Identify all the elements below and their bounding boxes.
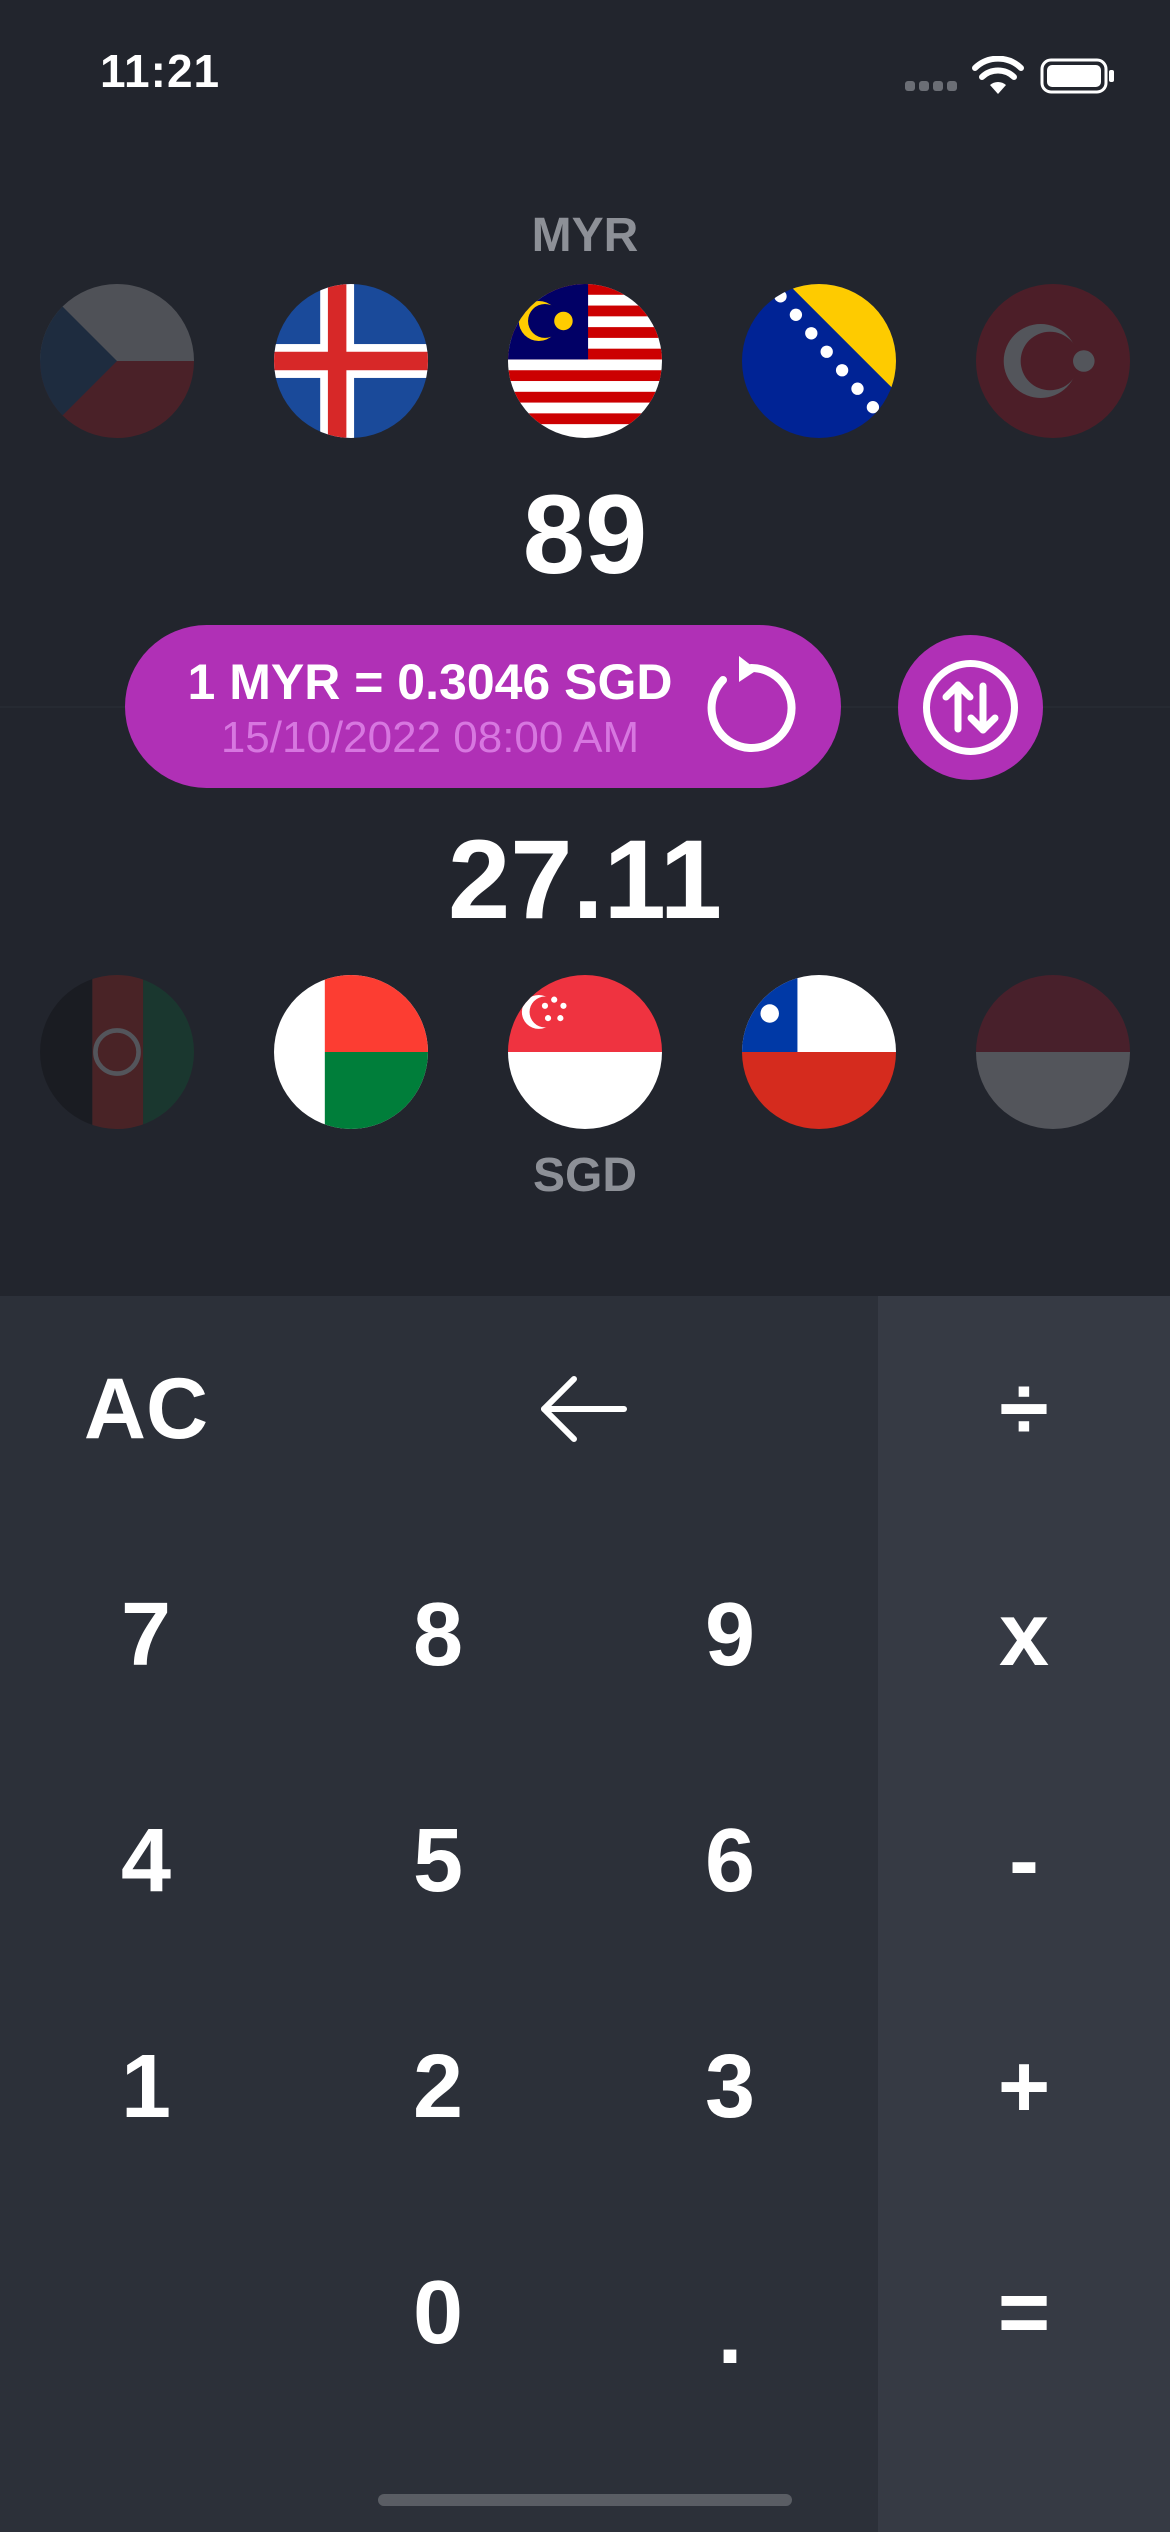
- from-currency-picker[interactable]: [0, 284, 1170, 444]
- multiply-button[interactable]: x: [878, 1522, 1170, 1748]
- digit-5-button[interactable]: 5: [292, 1748, 584, 1974]
- unknown-flag-icon[interactable]: [976, 975, 1130, 1129]
- clear-all-button[interactable]: AC: [0, 1296, 292, 1522]
- iceland-flag-icon[interactable]: [274, 284, 428, 438]
- rate-updated-time: 15/10/2022 08:00 AM: [220, 713, 640, 762]
- digit-6-button[interactable]: 6: [584, 1748, 876, 1974]
- afghanistan-flag-icon[interactable]: [40, 975, 194, 1129]
- digit-1-button[interactable]: 1: [0, 1974, 292, 2200]
- from-amount[interactable]: 89: [0, 470, 1170, 599]
- decimal-button[interactable]: .: [584, 2200, 876, 2426]
- exchange-rate-text: 1 MYR = 0.3046 SGD: [187, 654, 673, 710]
- to-currency-code: SGD: [532, 1149, 637, 1202]
- from-currency-code: MYR: [531, 209, 639, 262]
- cellular-signal-icon: [905, 78, 961, 96]
- digit-3-button[interactable]: 3: [584, 1974, 876, 2200]
- subtract-button[interactable]: -: [878, 1748, 1170, 1974]
- digit-7-button[interactable]: 7: [0, 1522, 292, 1748]
- wifi-icon: [972, 55, 1024, 101]
- home-indicator[interactable]: [378, 2494, 792, 2506]
- digit-9-button[interactable]: 9: [584, 1522, 876, 1748]
- to-currency-picker[interactable]: [0, 975, 1170, 1135]
- czech-flag-icon[interactable]: [40, 284, 194, 438]
- swap-arrows-icon: [923, 660, 1018, 755]
- madagascar-flag-icon[interactable]: [274, 975, 428, 1129]
- refresh-icon[interactable]: [695, 650, 807, 767]
- bosnia-flag-icon[interactable]: [742, 284, 896, 438]
- status-time: 11:21: [100, 45, 221, 97]
- backspace-button[interactable]: [438, 1296, 730, 1522]
- malaysia-flag-icon[interactable]: [508, 284, 662, 438]
- turkey-flag-icon[interactable]: [976, 284, 1130, 438]
- chile-flag-icon[interactable]: [742, 975, 896, 1129]
- status-bar: 11:21: [0, 0, 1170, 150]
- digit-2-button[interactable]: 2: [292, 1974, 584, 2200]
- arrow-left-icon: [541, 1376, 627, 1442]
- equals-button[interactable]: =: [878, 2200, 1170, 2426]
- singapore-flag-icon[interactable]: [508, 975, 662, 1129]
- add-button[interactable]: +: [878, 1974, 1170, 2200]
- divide-button[interactable]: ÷: [878, 1296, 1170, 1522]
- swap-currencies-button[interactable]: [898, 635, 1043, 780]
- to-amount[interactable]: 27.11: [0, 815, 1170, 944]
- keypad: AC ÷ 7 8 9 x 4 5 6 - 1 2 3 + 0 . =: [0, 1296, 1170, 2532]
- digit-8-button[interactable]: 8: [292, 1522, 584, 1748]
- battery-icon: [1040, 58, 1116, 99]
- digit-0-button[interactable]: 0: [292, 2200, 584, 2426]
- exchange-rate-pill[interactable]: 1 MYR = 0.3046 SGD 15/10/2022 08:00 AM: [125, 625, 841, 788]
- digit-4-button[interactable]: 4: [0, 1748, 292, 1974]
